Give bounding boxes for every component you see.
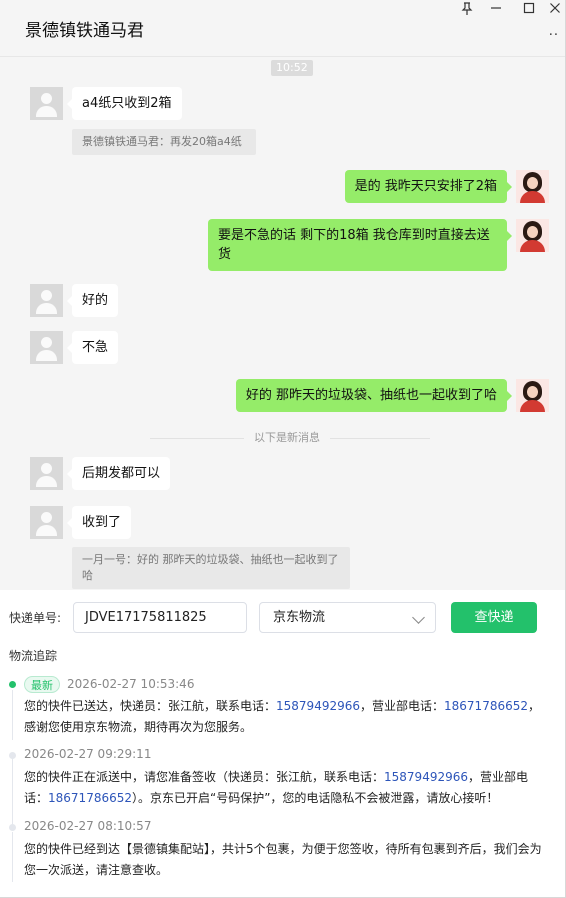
event-time: 2026-02-27 09:29:11 [24, 747, 152, 761]
timeline-dot [9, 824, 16, 831]
event-time: 2026-02-27 10:53:46 [67, 677, 195, 691]
event-description: 您的快件正在派送中，请您准备签收（快递员：张江航，联系电话：1587949296… [24, 767, 544, 809]
maximize-icon[interactable] [520, 2, 538, 18]
more-icon[interactable]: ·· [549, 28, 559, 43]
contact-avatar[interactable] [30, 284, 63, 317]
event-text: ，营业部电话： [360, 699, 445, 713]
my-avatar[interactable] [516, 219, 549, 252]
timeline-line [12, 832, 13, 882]
contact-avatar[interactable] [30, 457, 63, 490]
quoted-message[interactable]: 景德镇铁通马君：再发20箱a4纸 [72, 129, 256, 155]
tracking-number-input[interactable]: JDVE17175811825 [73, 602, 247, 633]
window-title: 景德镇铁通马君 [25, 21, 144, 41]
minimize-icon[interactable] [487, 2, 505, 18]
timeline-line [12, 755, 13, 825]
logistics-tracking-title: 物流追踪 [9, 649, 58, 663]
contact-avatar[interactable] [30, 331, 63, 364]
carrier-select[interactable]: 京东物流 [259, 602, 436, 633]
courier-phone: 15879492966 [276, 699, 360, 713]
contact-avatar[interactable] [30, 506, 63, 539]
message-bubble-incoming[interactable]: 收到了 [66, 506, 132, 539]
message-bubble-incoming[interactable]: 不急 [66, 331, 119, 364]
message-bubble-incoming[interactable]: 后期发都可以 [66, 457, 171, 490]
carrier-select-value: 京东物流 [273, 610, 326, 625]
new-messages-divider: 以下是新消息 [244, 430, 330, 446]
tracking-number-label: 快递单号: [9, 611, 62, 625]
message-bubble-outgoing[interactable]: 要是不急的话 剩下的18箱 我仓库到时直接去送货 [208, 219, 512, 271]
timeline-dot [9, 752, 16, 759]
event-description: 您的快件已经到达【景德镇集配站】，共计5个包裹，为便于您签收，待所有包裹到齐后，… [24, 839, 544, 881]
latest-badge: 最新 [24, 676, 60, 693]
express-tracking-panel: 快递单号: JDVE17175811825 京东物流 查快递 物流追踪 最新 2… [0, 590, 565, 897]
branch-phone: 18671786652 [444, 699, 528, 713]
timeline-dot-latest [9, 681, 16, 688]
my-avatar[interactable] [516, 379, 549, 412]
courier-phone: 15879492966 [384, 770, 468, 784]
branch-phone: 18671786652 [48, 791, 132, 805]
message-bubble-incoming[interactable]: a4纸只收到2箱 [67, 87, 182, 120]
event-text: 您的快件已送达，快递员：张江航，联系电话： [24, 699, 277, 713]
my-avatar[interactable] [516, 170, 549, 203]
message-bubble-outgoing[interactable]: 好的 那昨天的垃圾袋、抽纸也一起收到了哈 [235, 379, 513, 412]
chat-window: 景德镇铁通马君 ·· 10:52 a4纸只收到2箱 景德镇铁通马君：再发20箱a… [0, 0, 566, 898]
quoted-message[interactable]: 一月一号：好的 那昨天的垃圾袋、抽纸也一起收到了哈 [72, 547, 350, 589]
title-bar: 景德镇铁通马君 ·· [0, 0, 565, 57]
event-description: 您的快件已送达，快递员：张江航，联系电话：15879492966，营业部电话：1… [24, 696, 544, 738]
pin-icon[interactable] [458, 2, 476, 18]
timeline-line [12, 690, 13, 740]
close-icon[interactable] [546, 2, 564, 18]
message-timestamp: 10:52 [271, 60, 313, 76]
event-text: 您的快件已经到达【景德镇集配站】，共计5个包裹，为便于您签收，待所有包裹到齐后，… [24, 842, 542, 877]
message-bubble-outgoing[interactable]: 是的 我昨天只安排了2箱 [344, 170, 513, 203]
event-text: 您的快件正在派送中，请您准备签收（快递员：张江航，联系电话： [24, 770, 385, 784]
query-express-button[interactable]: 查快递 [451, 602, 537, 633]
chat-history[interactable]: 10:52 a4纸只收到2箱 景德镇铁通马君：再发20箱a4纸 是的 我昨天只安… [0, 57, 565, 590]
message-bubble-incoming[interactable]: 好的 [66, 284, 119, 317]
contact-avatar[interactable] [30, 87, 63, 120]
chevron-down-icon [412, 611, 425, 624]
event-text: ）。京东已开启“号码保护”，您的电话隐私不会被泄露，请放心接听！ [132, 791, 499, 805]
event-time: 2026-02-27 08:10:57 [24, 819, 152, 833]
